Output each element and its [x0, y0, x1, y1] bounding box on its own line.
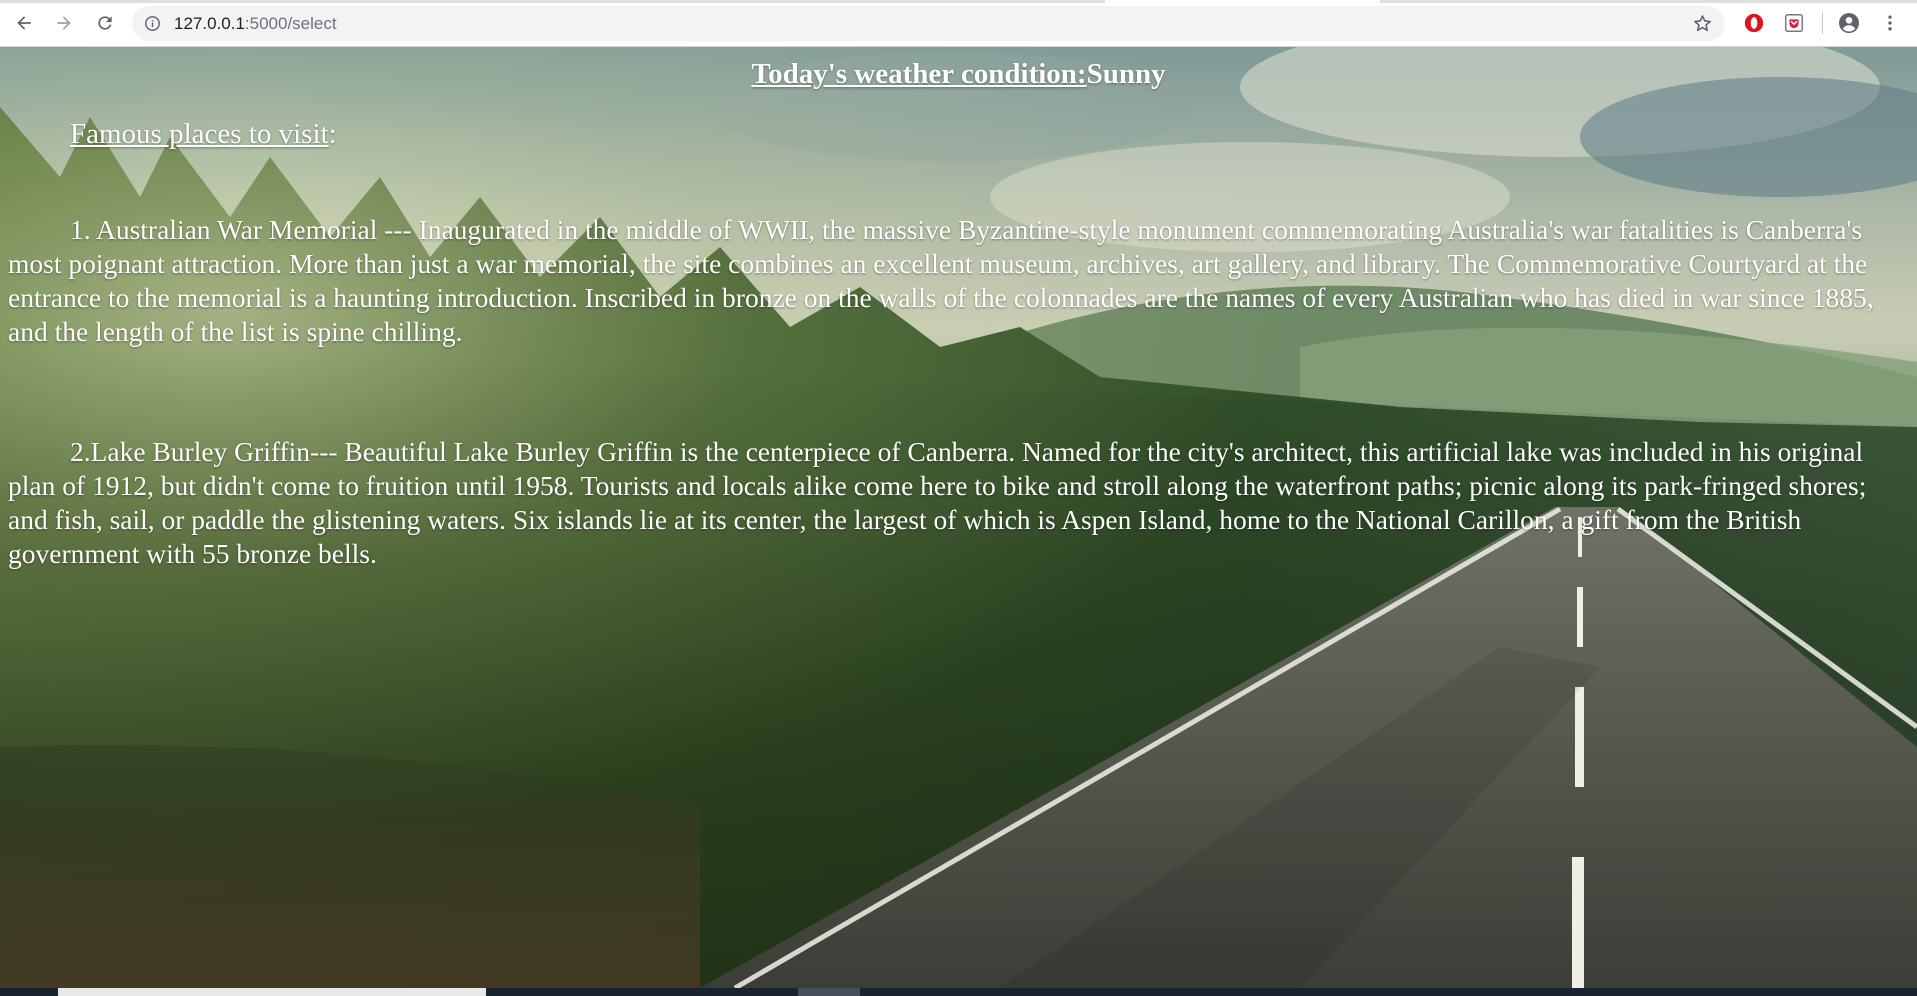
address-bar[interactable]: 127.0.0.1:5000/select [132, 6, 1725, 41]
places-heading-colon: : [328, 118, 337, 150]
url-path: :5000/select [244, 14, 337, 33]
more-vert-icon [1888, 15, 1892, 31]
browser-toolbar: 127.0.0.1:5000/select [0, 0, 1917, 47]
opera-extension-button[interactable] [1741, 10, 1767, 36]
browser-menu-button[interactable] [1877, 10, 1903, 36]
pocket-extension-button[interactable] [1781, 10, 1807, 36]
weather-label: Today's weather condition: [751, 58, 1087, 90]
place-description-1: 1. Australian War Memorial --- Inaugurat… [8, 214, 1874, 347]
forward-button[interactable] [49, 8, 79, 38]
active-tab-indicator [1105, 0, 1380, 3]
back-button[interactable] [9, 8, 39, 38]
url-host: 127.0.0.1 [174, 14, 245, 33]
pocket-extension-icon [1785, 14, 1803, 32]
weather-value: Sunny [1086, 58, 1166, 90]
toolbar-divider [1822, 12, 1823, 34]
taskbar-strip [0, 988, 1917, 996]
account-icon [1839, 13, 1859, 33]
tab-strip [0, 0, 1917, 3]
taskbar-segment [58, 988, 486, 996]
reload-button[interactable] [90, 8, 120, 38]
info-icon[interactable] [144, 15, 161, 37]
forward-arrow-icon [57, 16, 71, 30]
account-button[interactable] [1836, 10, 1862, 36]
weather-heading: Today's weather condition:Sunny [8, 57, 1909, 91]
reload-icon [98, 16, 112, 30]
places-heading: Famous places to visit: [70, 117, 1909, 151]
page-content: Today's weather condition:Sunny Famous p… [0, 47, 1917, 988]
bookmark-star-icon[interactable] [1692, 13, 1713, 39]
page-viewport: Today's weather condition:Sunny Famous p… [0, 47, 1917, 988]
places-heading-label: Famous places to visit [70, 118, 329, 150]
taskbar-segment [798, 988, 860, 996]
place-description-2: 2.Lake Burley Griffin--- Beautiful Lake … [8, 436, 1867, 569]
url-text[interactable]: 127.0.0.1:5000/select [174, 15, 337, 33]
back-arrow-icon [17, 16, 31, 30]
opera-extension-icon [1744, 13, 1764, 33]
